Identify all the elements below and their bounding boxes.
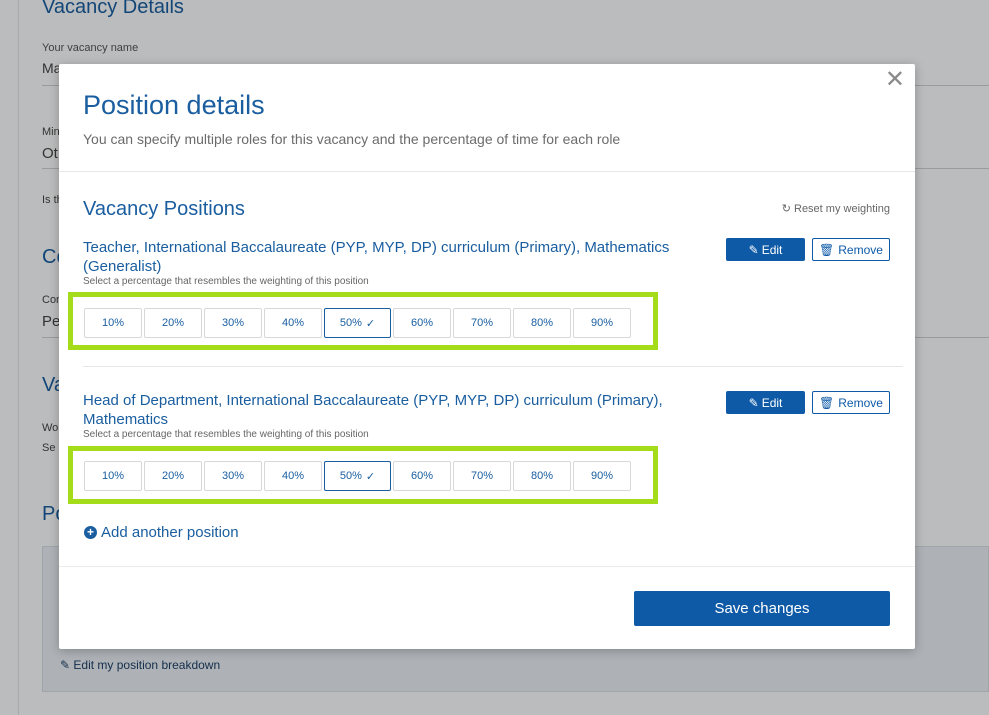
save-changes-label: Save changes <box>714 600 810 617</box>
edit-position-button[interactable]: ✎ Edit <box>726 391 805 414</box>
percentage-selector: 10% 20% 30% 40% 50% ✓ 60% 70% 80% 90% <box>84 461 631 491</box>
position-details-modal: Position details You can specify multipl… <box>59 64 915 649</box>
percentage-option[interactable]: 70% <box>453 461 511 491</box>
percentage-selector: 10% 20% 30% 40% 50% ✓ 60% 70% 80% 90% <box>84 308 631 338</box>
pencil-icon: ✎ <box>748 242 759 257</box>
save-changes-button[interactable]: Save changes <box>634 591 890 626</box>
percentage-option[interactable]: 20% <box>144 461 202 491</box>
footer-divider <box>59 566 915 567</box>
percentage-option[interactable]: 90% <box>573 461 631 491</box>
vacancy-positions-title: Vacancy Positions <box>83 198 245 220</box>
percentage-option[interactable]: 60% <box>393 461 451 491</box>
percentage-option[interactable]: 10% <box>84 308 142 338</box>
percentage-option[interactable]: 80% <box>513 461 571 491</box>
close-icon[interactable]: ✕ <box>885 68 905 92</box>
reset-weighting-link[interactable]: ↻ Reset my weighting <box>782 202 890 215</box>
position-hint: Select a percentage that resembles the w… <box>83 276 369 287</box>
check-icon: ✓ <box>365 470 376 483</box>
modal-header: Position details You can specify multipl… <box>59 64 915 172</box>
plus-circle-icon: + <box>84 526 97 539</box>
percentage-option[interactable]: 80% <box>513 308 571 338</box>
modal-subtitle: You can specify multiple roles for this … <box>83 131 621 147</box>
percentage-option[interactable]: 30% <box>204 461 262 491</box>
position-title: Head of Department, International Baccal… <box>83 392 663 428</box>
reset-weighting-label: Reset my weighting <box>794 203 890 215</box>
percentage-option[interactable]: 60% <box>393 308 451 338</box>
percentage-option[interactable]: 70% <box>453 308 511 338</box>
percentage-option[interactable]: 20% <box>144 308 202 338</box>
modal-title: Position details <box>83 90 265 120</box>
percentage-option[interactable]: 10% <box>84 461 142 491</box>
trash-icon: 🗑 <box>819 395 835 410</box>
edit-label: Edit <box>761 242 783 257</box>
reset-icon: ↻ <box>781 203 791 215</box>
pencil-icon: ✎ <box>748 395 759 410</box>
remove-label: Remove <box>838 395 883 410</box>
edit-label: Edit <box>761 395 783 410</box>
percentage-option[interactable]: 30% <box>204 308 262 338</box>
check-icon: ✓ <box>365 317 376 330</box>
position-divider <box>83 366 903 367</box>
position-hint: Select a percentage that resembles the w… <box>83 429 369 440</box>
position-title: Teacher, International Baccalaureate (PY… <box>83 239 670 275</box>
trash-icon: 🗑 <box>819 242 835 257</box>
percentage-option-selected[interactable]: 50% ✓ <box>324 461 391 491</box>
percentage-option[interactable]: 90% <box>573 308 631 338</box>
percentage-option-selected[interactable]: 50% ✓ <box>324 308 391 338</box>
percentage-option[interactable]: 40% <box>264 308 322 338</box>
edit-position-button[interactable]: ✎ Edit <box>726 238 805 261</box>
add-position-link[interactable]: + Add another position <box>84 524 239 541</box>
remove-label: Remove <box>838 242 883 257</box>
add-position-label: Add another position <box>101 524 239 541</box>
remove-position-button[interactable]: 🗑 Remove <box>812 238 890 261</box>
percentage-option[interactable]: 40% <box>264 461 322 491</box>
remove-position-button[interactable]: 🗑 Remove <box>812 391 890 414</box>
